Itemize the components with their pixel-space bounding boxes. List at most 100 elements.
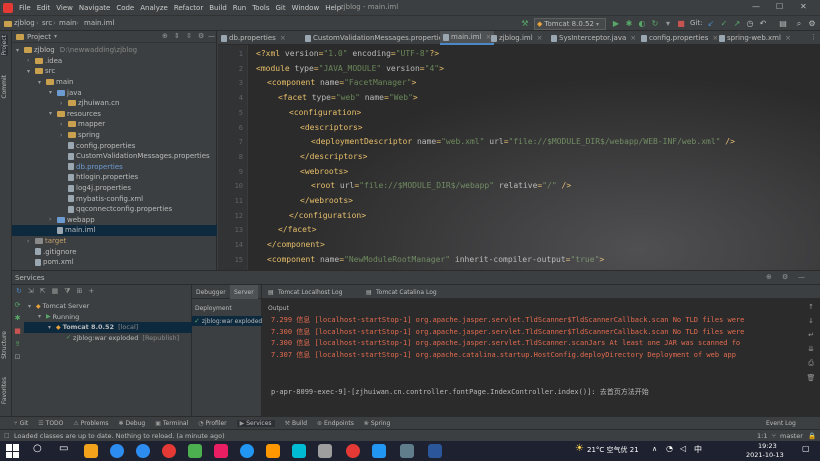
tree-item[interactable]: qqconnectconfig.properties — [60, 204, 172, 215]
bottom-tab[interactable]: ▶ Services — [236, 419, 275, 427]
code-line[interactable]: </component> — [267, 240, 325, 249]
run-icon[interactable]: ▶ — [611, 19, 621, 29]
app-red-icon[interactable] — [346, 444, 360, 458]
bottom-tab[interactable]: ◔ Profiler — [198, 420, 226, 427]
tab-project[interactable]: Project — [1, 35, 8, 56]
deployment-item[interactable]: ✓ zjblog:war exploded — [192, 316, 262, 326]
service-tree-item[interactable]: ▾ ◆ Tomcat 8.0.52 [local] — [24, 322, 192, 333]
editor-tab[interactable]: db.properties × — [218, 31, 289, 45]
code-line[interactable]: <module type="JAVA_MODULE" version="4"> — [256, 64, 444, 73]
app-orange-icon[interactable] — [266, 444, 280, 458]
code-line[interactable]: </facet> — [278, 225, 317, 234]
chevron-icon[interactable]: ▾ — [16, 47, 22, 54]
app-green-icon[interactable] — [188, 444, 202, 458]
service-tree-item[interactable]: ✓ zjblog:war exploded [Republish] — [58, 333, 179, 344]
tree-item[interactable]: › .idea — [27, 56, 62, 67]
chevron-icon[interactable]: › — [27, 238, 33, 245]
subtab-server[interactable]: Server — [230, 285, 258, 299]
edge-browser-icon[interactable] — [110, 444, 124, 458]
expand-icon[interactable]: ⇲ — [28, 287, 34, 295]
menu-navigate[interactable]: Navigate — [79, 4, 110, 12]
code-line[interactable]: <root url="file://$MODULE_DIR$/webapp" r… — [311, 181, 571, 190]
chevron-icon[interactable]: ▾ — [27, 68, 33, 75]
tree-item[interactable]: › webapp — [49, 215, 95, 226]
breadcrumb-zjblog[interactable]: zjblog — [14, 19, 35, 27]
service-tree-item[interactable]: ▾ ▶ Running — [38, 312, 79, 323]
chevron-icon[interactable]: ▾ — [49, 89, 55, 96]
tree-item[interactable]: mybatis-config.xml — [60, 193, 143, 204]
tree-item[interactable]: ▾ src — [27, 66, 55, 77]
editor-tab[interactable]: config.properties × — [638, 31, 721, 45]
menu-window[interactable]: Window — [292, 4, 320, 12]
minimize-icon[interactable]: — — [752, 2, 760, 11]
code-line[interactable]: </descriptors> — [300, 152, 367, 161]
scroll-end-icon[interactable]: ⇊ — [808, 345, 814, 353]
add-service-icon[interactable]: ⊕ — [766, 273, 772, 281]
menu-help[interactable]: Help — [325, 4, 341, 12]
close-icon[interactable]: × — [785, 34, 791, 42]
debug-icon[interactable]: ✱ — [624, 19, 634, 29]
editor-tab[interactable]: zjblog.iml × — [488, 31, 546, 45]
app-grey-icon[interactable] — [318, 444, 332, 458]
breadcrumb-main-iml[interactable]: main.iml — [84, 19, 114, 27]
tabs-more-icon[interactable]: ⋮ — [810, 33, 817, 41]
filter-icon[interactable]: ⧩ — [64, 287, 70, 296]
coverage-icon[interactable]: ◐ — [637, 19, 647, 29]
clock-date[interactable]: 2021-10-13 — [746, 451, 784, 459]
network-icon[interactable]: ◔ — [666, 444, 673, 453]
locate-icon[interactable]: ⊕ — [162, 32, 168, 40]
word-icon[interactable] — [428, 444, 442, 458]
git-commit-icon[interactable]: ✓ — [719, 19, 729, 29]
stop-icon[interactable]: ■ — [14, 327, 21, 335]
clear-icon[interactable]: 🗑 — [807, 374, 816, 382]
git-branch[interactable]: master — [780, 432, 803, 440]
bottom-tab[interactable]: ✱ Debug — [118, 420, 145, 427]
tab-commit[interactable]: Commit — [1, 75, 8, 99]
app-cyan-icon[interactable] — [292, 444, 306, 458]
menu-git[interactable]: Git — [275, 4, 285, 12]
settings-icon[interactable]: ⚙ — [807, 19, 817, 29]
tray-chevron-icon[interactable]: ∧ — [652, 445, 657, 453]
stop-icon[interactable]: ■ — [676, 19, 686, 29]
bottom-tab[interactable]: ☰ TODO — [38, 420, 63, 427]
close-icon[interactable]: ✕ — [800, 2, 807, 11]
code-line[interactable]: </webroots> — [300, 196, 353, 205]
gear-icon[interactable]: ⚙ — [782, 273, 788, 281]
tree-item[interactable]: pom.xml — [27, 257, 74, 268]
tab-structure[interactable]: Structure — [1, 331, 8, 359]
chevron-icon[interactable]: ▾ — [28, 303, 34, 310]
code-line[interactable]: <component name="NewModuleRootManager" i… — [267, 255, 604, 264]
tree-item[interactable]: › target — [27, 236, 66, 247]
task-view-icon[interactable]: ▭ — [59, 443, 68, 454]
tree-item[interactable]: .gitignore — [27, 246, 77, 257]
rerun-icon[interactable]: ⟳ — [15, 301, 21, 309]
soft-wrap-icon[interactable]: ↵ — [808, 331, 814, 339]
project-header-label[interactable]: Project — [27, 33, 51, 41]
ime-icon[interactable]: 中 — [694, 444, 702, 455]
menu-build[interactable]: Build — [209, 4, 227, 12]
close-icon[interactable]: × — [537, 34, 543, 42]
git-push-icon[interactable]: ↗ — [732, 19, 742, 29]
group-icon[interactable]: ▦ — [52, 287, 59, 295]
rollback-icon[interactable]: ↶ — [758, 19, 768, 29]
profile-icon[interactable]: ↻ — [650, 19, 660, 29]
menu-refactor[interactable]: Refactor — [174, 4, 203, 12]
hide-icon[interactable]: — — [798, 273, 805, 281]
volume-icon[interactable]: ◁ — [680, 444, 686, 453]
bottom-tab[interactable]: ⚒ Build — [285, 420, 307, 427]
tree-item[interactable]: › zjhuiwan.cn — [60, 98, 119, 109]
menu-code[interactable]: Code — [116, 4, 134, 12]
debug-icon[interactable]: ✱ — [15, 314, 21, 322]
scroll-up-icon[interactable]: ↑ — [808, 303, 814, 311]
tree-item[interactable]: log4j.properties — [60, 183, 131, 194]
code-line[interactable]: <deploymentDescriptor name="web.xml" url… — [311, 137, 735, 146]
tree-icon[interactable]: ⊞ — [77, 287, 83, 295]
maximize-icon[interactable]: ☐ — [776, 2, 783, 11]
history-icon[interactable]: ◷ — [745, 19, 755, 29]
bottom-tab[interactable]: ▣ Terminal — [155, 420, 188, 427]
app-blue2-icon[interactable] — [372, 444, 386, 458]
code-line[interactable]: <?xml version="1.0" encoding="UTF-8"?> — [256, 49, 439, 58]
code-line[interactable]: <facet type="web" name="Web"> — [278, 93, 418, 102]
app-slate-icon[interactable] — [400, 444, 414, 458]
menu-run[interactable]: Run — [233, 4, 246, 12]
